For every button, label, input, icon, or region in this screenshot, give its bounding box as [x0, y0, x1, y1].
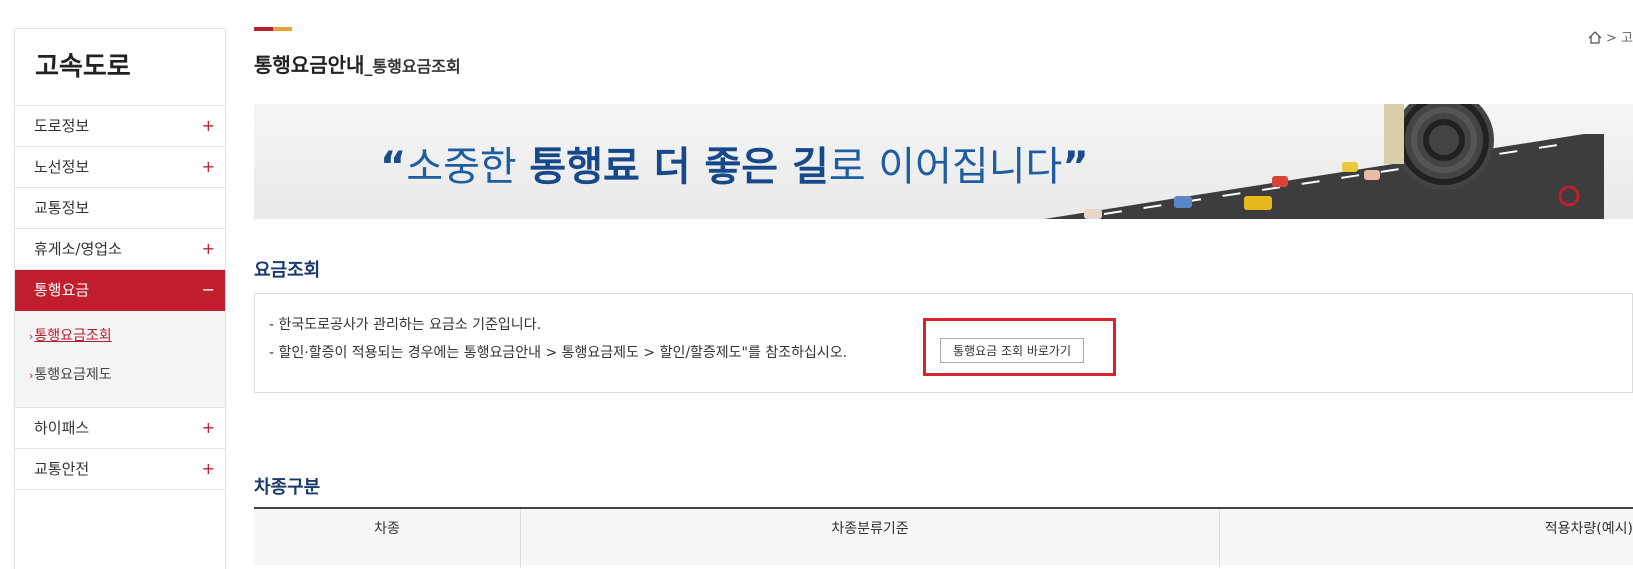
- sidebar-item-rest-area[interactable]: 휴게소/영업소 +: [15, 229, 225, 270]
- sidebar-item-label: 교통안전: [34, 460, 90, 478]
- banner-text-2: 로 이어집니다: [828, 144, 1063, 190]
- road-roll-illustration: [1044, 104, 1604, 219]
- chevron-right-icon: ›: [29, 330, 34, 343]
- open-quote: “: [380, 144, 407, 190]
- banner: “소중한 통행료 더 좋은 길로 이어집니다”: [254, 104, 1633, 219]
- sidebar: 고속도로 도로정보 + 노선정보 + 교통정보 휴게소/영업소 + 통행요금 −…: [14, 28, 226, 569]
- sidebar-item-label: 하이패스: [34, 419, 90, 437]
- home-icon[interactable]: [1588, 31, 1602, 44]
- sidebar-subitem-label: 통행요금제도: [34, 367, 112, 383]
- sidebar-subitem-label: 통행요금조회: [34, 328, 112, 344]
- sidebar-item-label: 교통정보: [34, 199, 90, 217]
- page-title-sub: _통행요금조회: [364, 57, 461, 76]
- info-line-1: - 한국도로공사가 관리하는 요금소 기준입니다.: [269, 317, 542, 333]
- column-header: 차종: [374, 521, 400, 537]
- page-title: 통행요금안내_통행요금조회: [254, 49, 461, 78]
- sidebar-item-toll-fee[interactable]: 통행요금 −: [15, 270, 225, 311]
- breadcrumb-trail[interactable]: > 고: [1606, 31, 1633, 46]
- sidebar-item-road-info[interactable]: 도로정보 +: [15, 106, 225, 147]
- sidebar-item-label: 노선정보: [34, 158, 90, 176]
- sidebar-item-label: 도로정보: [34, 117, 90, 135]
- plus-icon: +: [201, 239, 215, 258]
- column-divider: [1219, 509, 1220, 567]
- sidebar-item-traffic-safety[interactable]: 교통안전 +: [15, 449, 225, 490]
- plus-icon: +: [201, 157, 215, 176]
- plus-icon: +: [201, 459, 215, 478]
- banner-slogan: “소중한 통행료 더 좋은 길로 이어집니다”: [380, 134, 1089, 192]
- title-accent-bar: [254, 27, 292, 31]
- sidebar-item-hipass[interactable]: 하이패스 +: [15, 408, 225, 449]
- section-title-fee-inquiry: 요금조회: [254, 260, 321, 281]
- section-title-vehicle-type: 차종구분: [254, 477, 321, 498]
- chevron-right-icon: ›: [29, 369, 34, 382]
- minus-icon: −: [201, 280, 215, 299]
- vehicle-table-header: 차종 차종분류기준 적용차량(예시): [254, 507, 1633, 567]
- column-header: 적용차량(예시): [1544, 521, 1633, 537]
- highlight-box: [923, 318, 1116, 376]
- page-title-main: 통행요금안내: [254, 53, 365, 77]
- sidebar-submenu: ›통행요금조회 ›통행요금제도: [15, 311, 225, 408]
- column-header: 차종분류기준: [831, 521, 909, 537]
- sidebar-item-label: 통행요금: [34, 281, 90, 299]
- plus-icon: +: [201, 116, 215, 135]
- sidebar-item-traffic-info[interactable]: 교통정보: [15, 188, 225, 229]
- info-line-2: - 할인·할증이 적용되는 경우에는 통행요금안내 > 통행요금제도 > 할인/…: [269, 345, 848, 361]
- breadcrumb: > 고: [1588, 27, 1633, 46]
- banner-text-bold: 통행료 더 좋은 길: [529, 144, 829, 190]
- sidebar-subitem-toll-inquiry[interactable]: ›통행요금조회: [15, 319, 225, 358]
- sidebar-title: 고속도로: [15, 29, 225, 106]
- sidebar-subitem-toll-system[interactable]: ›통행요금제도: [15, 358, 225, 397]
- banner-text-1: 소중한: [406, 144, 530, 190]
- sidebar-item-label: 휴게소/영업소: [34, 240, 122, 258]
- sidebar-item-route-info[interactable]: 노선정보 +: [15, 147, 225, 188]
- plus-icon: +: [201, 418, 215, 437]
